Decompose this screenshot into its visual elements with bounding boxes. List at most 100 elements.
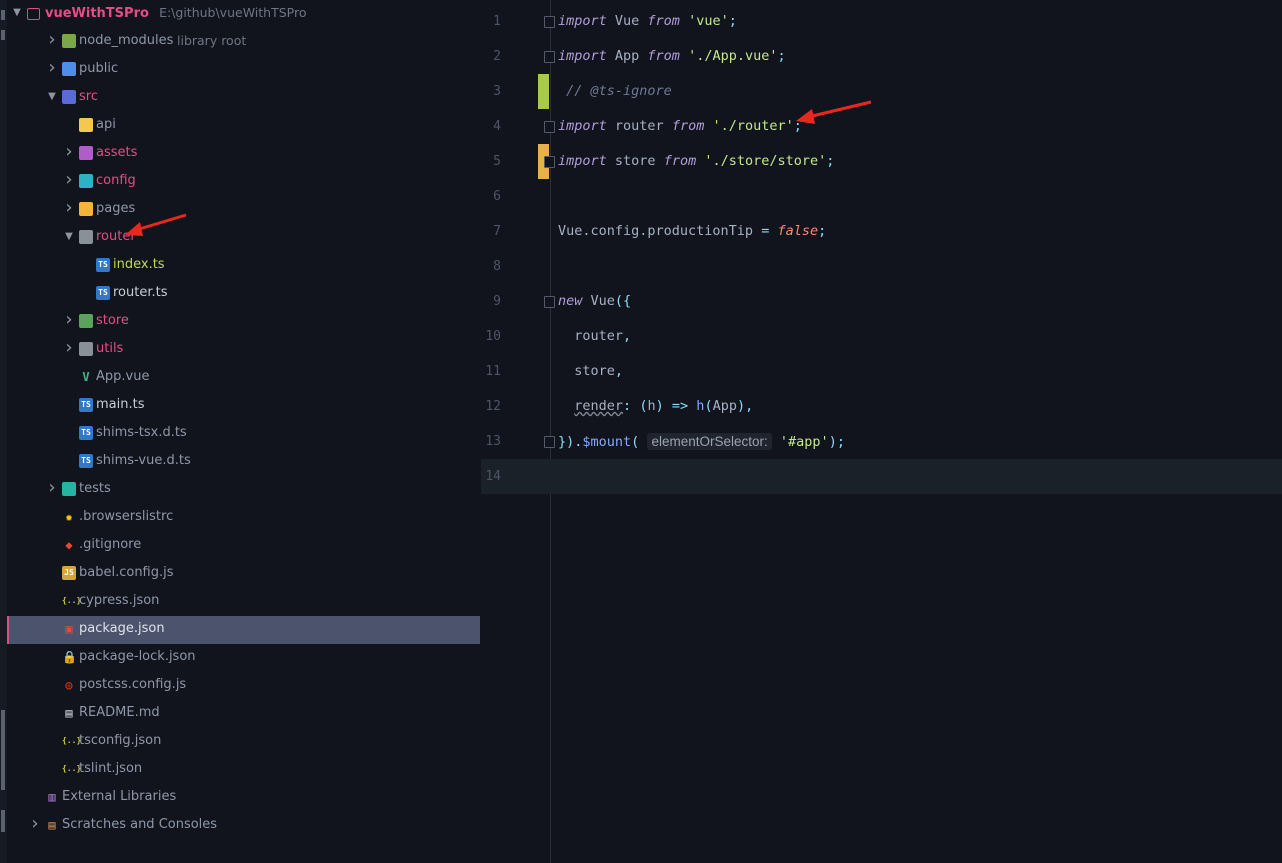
project-path: E:\github\vueWithTSPro	[159, 5, 307, 20]
tree-item[interactable]: ▥ External Libraries	[7, 784, 480, 812]
fold-marker-icon[interactable]	[544, 16, 555, 28]
chevron-right-icon[interactable]: ›	[46, 27, 58, 53]
folder-pages-icon	[79, 202, 93, 216]
chevron-right-icon[interactable]: ›	[63, 139, 75, 165]
tree-item[interactable]: ✹ .browserslistrc	[7, 504, 480, 532]
tree-item[interactable]: ▼ router	[7, 224, 480, 252]
code-text[interactable]: store,	[558, 354, 623, 389]
code-line[interactable]: 11 store,	[481, 354, 1282, 389]
tree-item[interactable]: ▣ package.json	[7, 616, 480, 644]
tree-item[interactable]: TS index.ts	[7, 252, 480, 280]
code-line[interactable]: 6	[481, 179, 1282, 214]
chevron-down-icon[interactable]: ▼	[46, 84, 58, 110]
chevron-right-icon[interactable]: ›	[63, 307, 75, 333]
folder-router-icon	[79, 230, 93, 244]
typescript-file-icon: TS	[96, 286, 110, 300]
code-line[interactable]: 13}).$mount( elementOrSelector: '#app');	[481, 424, 1282, 459]
code-line[interactable]: 3 // @ts-ignore	[481, 74, 1282, 109]
chevron-right-icon[interactable]: ›	[46, 55, 58, 81]
tree-item-label: router.ts	[113, 285, 168, 300]
line-number: 11	[485, 364, 501, 379]
fold-marker-icon[interactable]	[544, 121, 555, 133]
tree-item[interactable]: › public	[7, 56, 480, 84]
code-line[interactable]: 2 import App from './App.vue';	[481, 39, 1282, 74]
tree-item[interactable]: {..} tslint.json	[7, 756, 480, 784]
code-line[interactable]: 4 import router from './router';	[481, 109, 1282, 144]
chevron-right-icon[interactable]: ›	[46, 475, 58, 501]
fold-marker-icon[interactable]	[544, 296, 555, 308]
code-text[interactable]: router,	[558, 319, 631, 354]
tree-item[interactable]: › config	[7, 168, 480, 196]
tree-item-label: README.md	[79, 705, 160, 720]
code-text[interactable]: }).$mount( elementOrSelector: '#app');	[558, 424, 845, 460]
code-text[interactable]: import router from './router';	[558, 109, 802, 144]
tree-item[interactable]: › node_modules library root	[7, 28, 480, 56]
chevron-right-icon[interactable]: ›	[63, 195, 75, 221]
tree-item[interactable]: ◆ .gitignore	[7, 532, 480, 560]
tree-item[interactable]: TS router.ts	[7, 280, 480, 308]
tree-item[interactable]: {..} cypress.json	[7, 588, 480, 616]
tree-item-label: shims-tsx.d.ts	[96, 425, 187, 440]
code-text[interactable]: Vue.config.productionTip = false;	[558, 214, 826, 249]
code-line[interactable]: 5 import store from './store/store';	[481, 144, 1282, 179]
fold-marker-icon[interactable]	[544, 436, 555, 448]
tree-item[interactable]: › store	[7, 308, 480, 336]
code-line[interactable]: 12 render: (h) => h(App),	[481, 389, 1282, 424]
code-line[interactable]: 8	[481, 249, 1282, 284]
tree-item-label: pages	[96, 201, 136, 216]
fold-marker-icon[interactable]	[544, 51, 555, 63]
tree-item[interactable]: ▼ src	[7, 84, 480, 112]
tool-strip-marker[interactable]	[1, 710, 5, 790]
tool-strip-marker[interactable]	[1, 10, 5, 20]
code-line[interactable]: 7 Vue.config.productionTip = false;	[481, 214, 1282, 249]
tree-item[interactable]: {..} tsconfig.json	[7, 728, 480, 756]
code-editor[interactable]: 1 import Vue from 'vue'; 2 import App from …	[481, 0, 1282, 863]
vcs-change-marker[interactable]	[538, 74, 549, 109]
project-tree: ▼ vueWithTSPro E:\github\vueWithTSPro › n…	[7, 0, 480, 863]
tree-item[interactable]: › pages	[7, 196, 480, 224]
project-root-row[interactable]: ▼ vueWithTSPro E:\github\vueWithTSPro	[7, 0, 480, 28]
tool-window-strip[interactable]	[0, 0, 7, 863]
chevron-right-icon[interactable]: ›	[63, 167, 75, 193]
tree-item[interactable]: 🔒 package-lock.json	[7, 644, 480, 672]
chevron-down-icon[interactable]: ▼	[63, 224, 75, 250]
tree-item[interactable]: JS babel.config.js	[7, 560, 480, 588]
tree-item[interactable]: ◎ postcss.config.js	[7, 672, 480, 700]
code-line[interactable]: 10 router,	[481, 319, 1282, 354]
tree-item[interactable]: › ▤ Scratches and Consoles	[7, 812, 480, 840]
code-line[interactable]: 9 new Vue({	[481, 284, 1282, 319]
code-text[interactable]: // @ts-ignore	[558, 74, 672, 109]
fold-marker-icon[interactable]	[544, 156, 555, 168]
tree-item[interactable]: TS main.ts	[7, 392, 480, 420]
line-number: 3	[493, 84, 501, 99]
tree-item[interactable]: TS shims-tsx.d.ts	[7, 420, 480, 448]
code-text[interactable]: new Vue({	[558, 284, 631, 319]
tree-item-label: utils	[96, 341, 124, 356]
folder-assets-icon	[79, 146, 93, 160]
postcss-file-icon: ◎	[65, 678, 73, 692]
chevron-right-icon[interactable]: ›	[29, 811, 41, 837]
tree-item[interactable]: › tests	[7, 476, 480, 504]
tree-item[interactable]: V App.vue	[7, 364, 480, 392]
code-text[interactable]: import store from './store/store';	[558, 144, 834, 179]
code-line[interactable]: 1 import Vue from 'vue';	[481, 4, 1282, 39]
tree-item[interactable]: › assets	[7, 140, 480, 168]
code-text[interactable]: import Vue from 'vue';	[558, 4, 737, 39]
code-line[interactable]: 14	[481, 459, 1282, 494]
code-text[interactable]: render: (h) => h(App),	[558, 389, 753, 424]
line-number: 1	[493, 14, 501, 29]
tool-strip-marker[interactable]	[1, 30, 5, 40]
chevron-down-icon[interactable]: ▼	[11, 0, 23, 26]
tree-item[interactable]: TS shims-vue.d.ts	[7, 448, 480, 476]
chevron-right-icon[interactable]: ›	[63, 335, 75, 361]
tool-strip-marker[interactable]	[1, 810, 5, 832]
tree-item[interactable]: ▤ README.md	[7, 700, 480, 728]
tree-item[interactable]: api	[7, 112, 480, 140]
tree-item-label: Scratches and Consoles	[62, 817, 218, 832]
tree-item-label: shims-vue.d.ts	[96, 453, 191, 468]
code-text[interactable]: import App from './App.vue';	[558, 39, 786, 74]
tree-item-label: tslint.json	[79, 761, 143, 776]
tree-item-label: router	[96, 229, 136, 244]
typescript-file-icon: TS	[79, 454, 93, 468]
tree-item[interactable]: › utils	[7, 336, 480, 364]
